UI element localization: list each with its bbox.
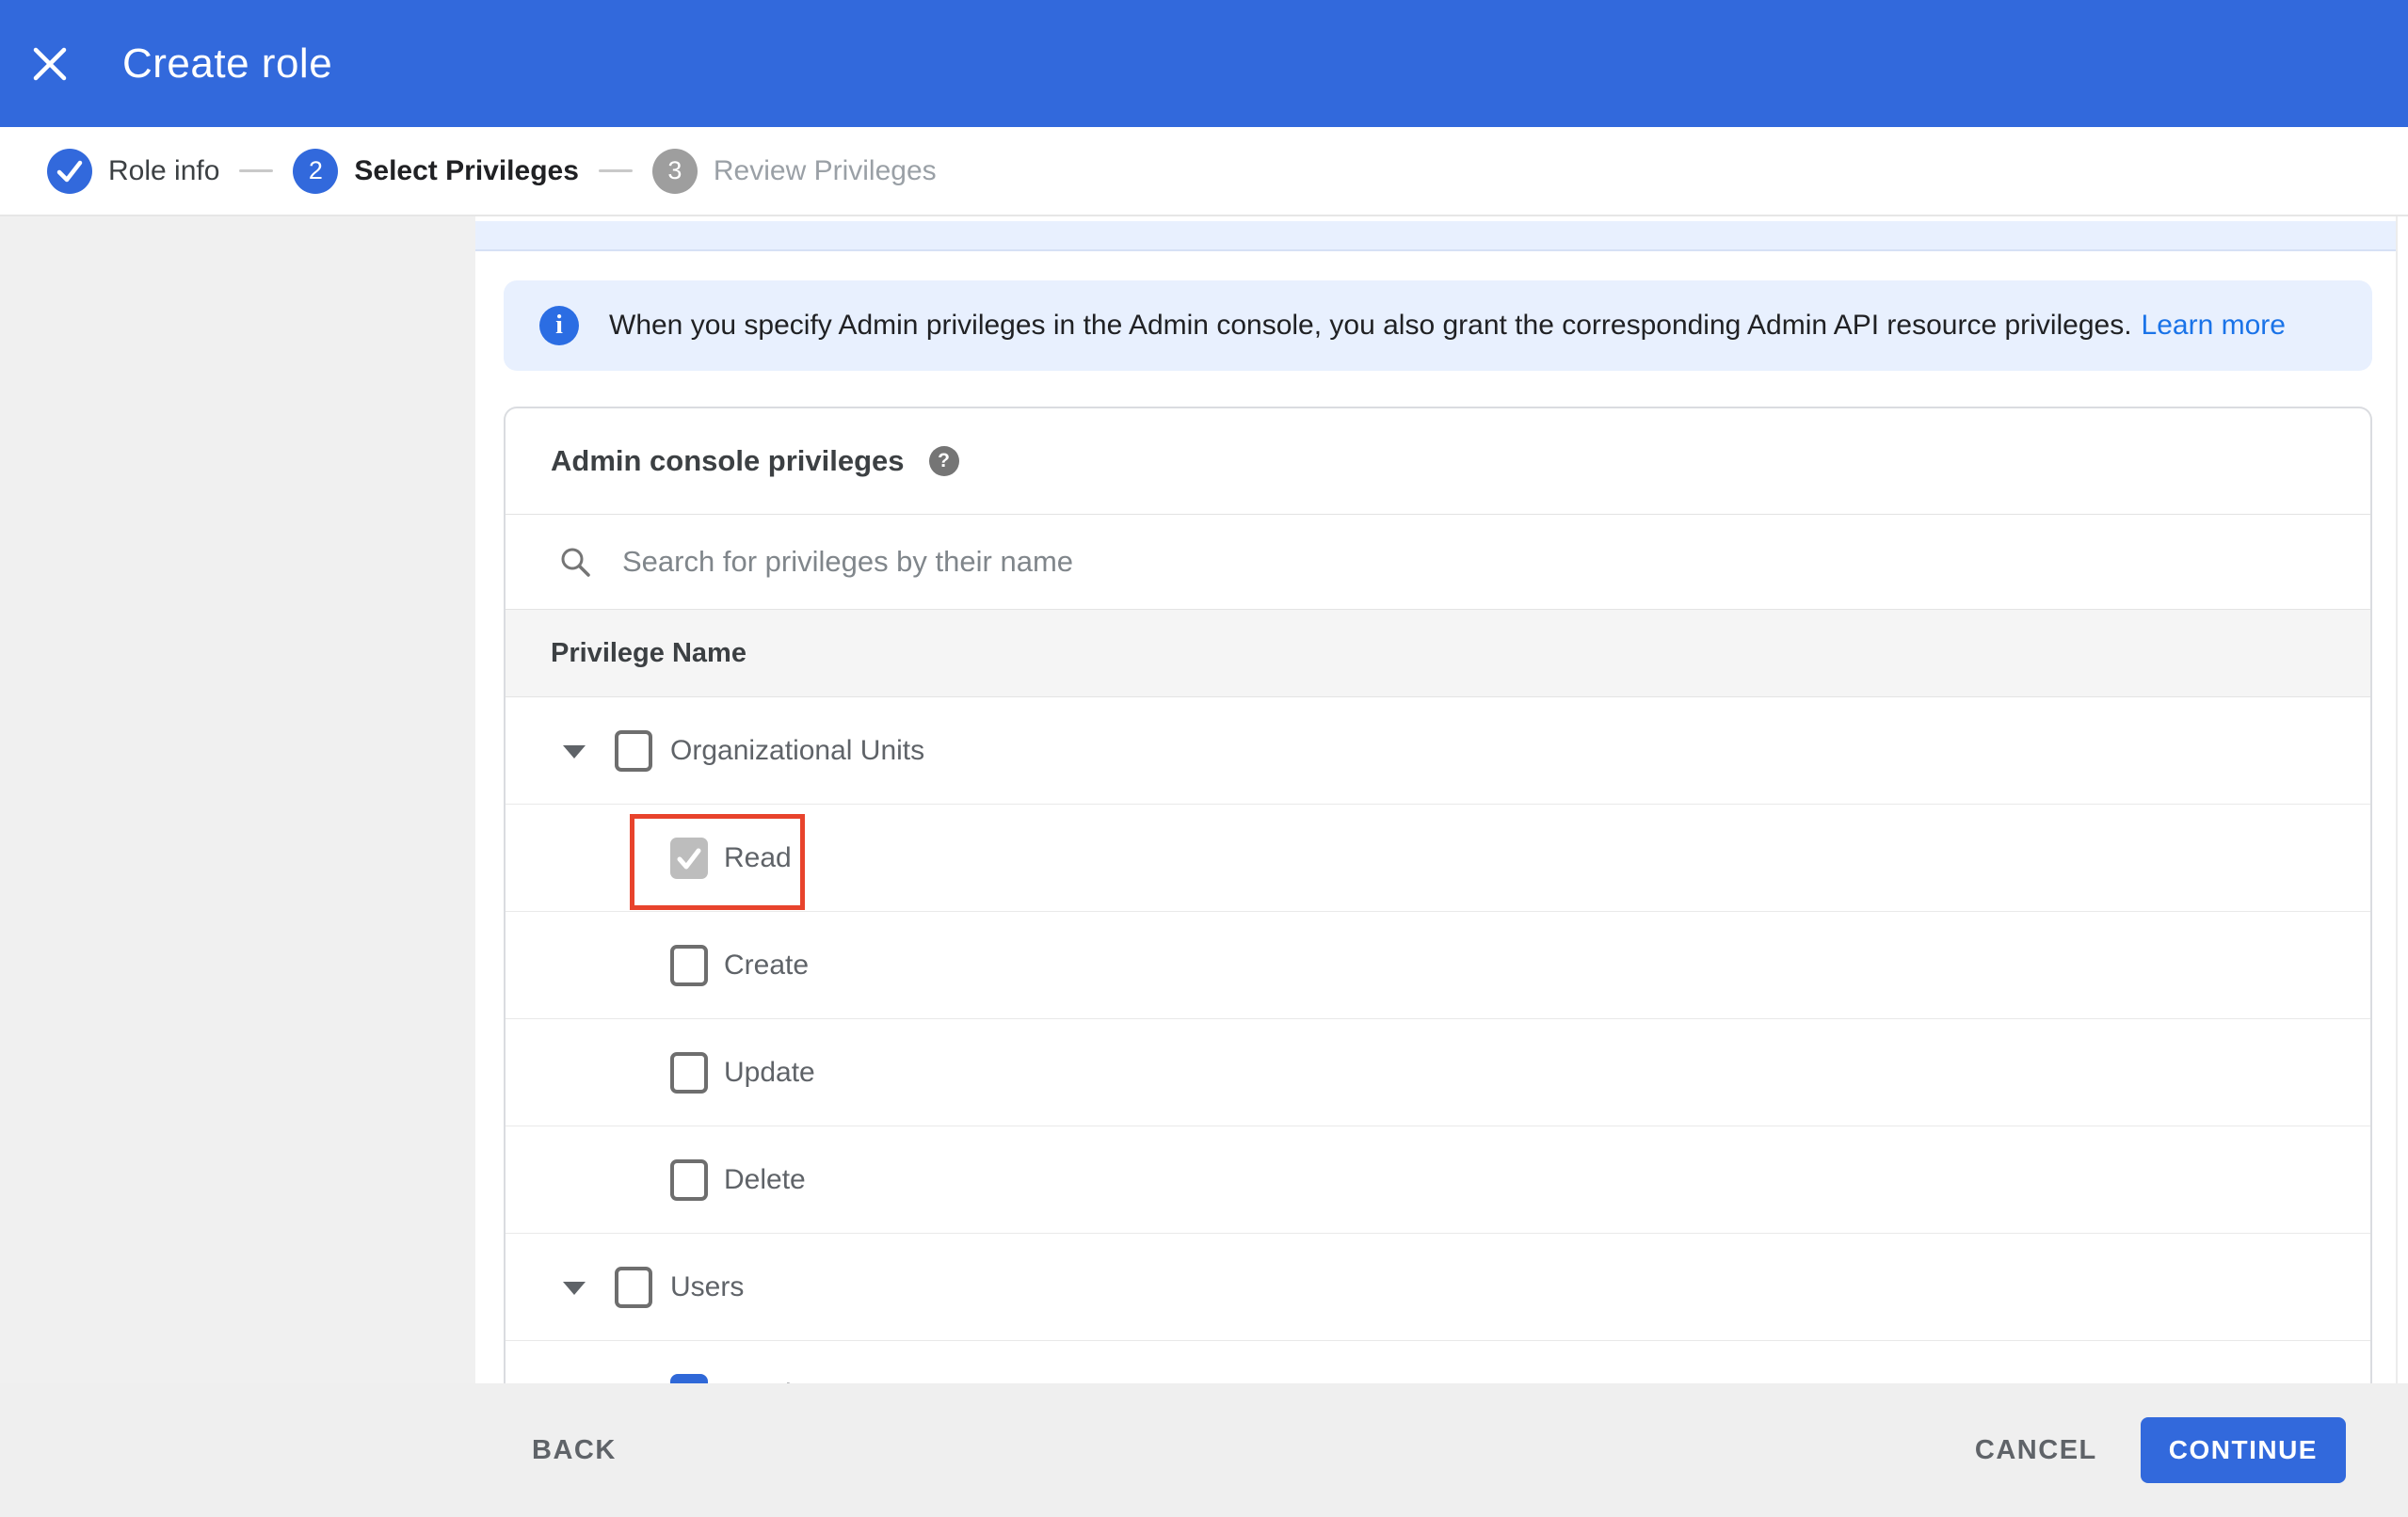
privilege-row: Update — [506, 1019, 2370, 1126]
scrollbar-track-edge — [2396, 216, 2398, 1383]
step-label: Role info — [108, 154, 220, 186]
step-connector — [598, 169, 633, 172]
privilege-name-column-header: Privilege Name — [506, 609, 2370, 697]
privilege-search-input[interactable] — [620, 544, 2130, 580]
privilege-rows: Organizational Units Read Create Update — [506, 697, 2370, 1383]
row-checkbox[interactable] — [615, 729, 652, 772]
step-role-info[interactable]: Role info — [47, 148, 220, 194]
left-gutter-panel — [0, 216, 475, 1383]
privilege-label: Read — [724, 841, 792, 873]
info-icon: i — [539, 306, 579, 345]
privilege-row: Delete — [506, 1126, 2370, 1234]
step-label: Review Privileges — [713, 154, 937, 186]
privilege-label: Users — [670, 1270, 745, 1302]
column-header-label: Privilege Name — [551, 637, 746, 668]
row-checkbox[interactable] — [670, 1373, 708, 1383]
learn-more-link[interactable]: Learn more — [2142, 310, 2286, 342]
app-bar: Create role — [0, 0, 2408, 127]
card-title: Admin console privileges — [551, 444, 905, 477]
step-number: 3 — [651, 148, 698, 194]
cancel-button[interactable]: CANCEL — [1975, 1435, 2097, 1466]
privilege-row: Organizational Units — [506, 697, 2370, 805]
scrolled-banner-edge — [475, 221, 2397, 251]
admin-console-privileges-card: Admin console privileges ? Privilege Nam… — [504, 407, 2372, 1383]
privilege-row: Users — [506, 1234, 2370, 1341]
expand-arrow-icon[interactable] — [563, 1281, 586, 1295]
row-checkbox[interactable] — [670, 1158, 708, 1201]
privilege-label: Organizational Units — [670, 734, 925, 766]
step-connector — [239, 169, 274, 172]
privilege-label: Create — [724, 949, 810, 981]
step-select-privileges[interactable]: 2 Select Privileges — [293, 148, 579, 194]
content-area: i When you specify Admin privileges in t… — [0, 216, 2408, 1383]
privilege-label: Delete — [724, 1163, 806, 1195]
step-complete-check-icon — [47, 148, 92, 194]
close-icon[interactable] — [28, 42, 72, 86]
card-title-row: Admin console privileges ? — [506, 408, 2370, 514]
info-banner-text: When you specify Admin privileges in the… — [609, 310, 2132, 341]
row-checkbox[interactable] — [670, 944, 708, 986]
page-title: Create role — [122, 40, 333, 87]
step-review-privileges[interactable]: 3 Review Privileges — [651, 148, 937, 194]
privilege-row: Read — [506, 1341, 2370, 1383]
step-label: Select Privileges — [354, 154, 579, 186]
search-icon — [558, 545, 592, 579]
privilege-row: Read — [506, 805, 2370, 912]
footer-right-group: CANCEL CONTINUE — [1975, 1417, 2346, 1483]
row-checkbox[interactable] — [670, 1051, 708, 1094]
help-icon[interactable]: ? — [928, 446, 959, 476]
continue-button[interactable]: CONTINUE — [2140, 1417, 2346, 1483]
row-checkbox[interactable] — [670, 837, 708, 879]
privilege-label: Update — [724, 1056, 815, 1088]
footer-bar: BACK CANCEL CONTINUE — [0, 1383, 2408, 1517]
info-banner: i When you specify Admin privileges in t… — [504, 280, 2372, 371]
wizard-stepper: Role info 2 Select Privileges 3 Review P… — [0, 127, 2408, 216]
row-checkbox[interactable] — [615, 1266, 652, 1308]
privilege-row: Create — [506, 912, 2370, 1019]
back-button[interactable]: BACK — [532, 1435, 617, 1466]
create-role-dialog: Create role Role info 2 Select Privilege… — [0, 0, 2408, 1517]
step-number: 2 — [293, 148, 339, 194]
expand-arrow-icon[interactable] — [563, 744, 586, 758]
privilege-search-row — [506, 514, 2370, 609]
